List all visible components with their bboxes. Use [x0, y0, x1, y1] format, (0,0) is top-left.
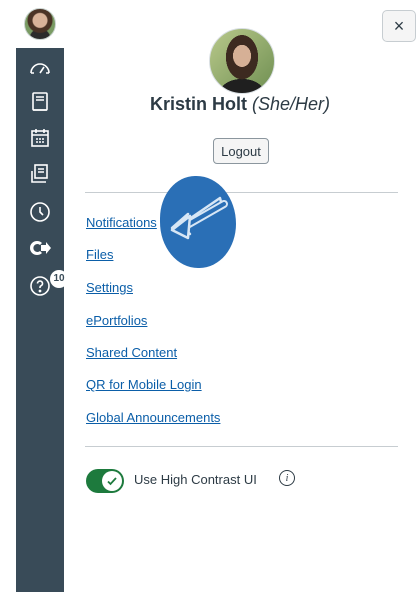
- divider-bottom: [85, 446, 398, 447]
- link-qr-mobile-login[interactable]: QR for Mobile Login: [86, 377, 202, 392]
- help-icon[interactable]: 10: [26, 270, 68, 300]
- link-global-announcements[interactable]: Global Announcements: [86, 410, 220, 425]
- link-shared-content[interactable]: Shared Content: [86, 345, 177, 360]
- annotation-arrow-icon: [160, 176, 236, 268]
- inbox-icon[interactable]: [26, 160, 54, 188]
- help-badge: 10: [50, 270, 68, 288]
- high-contrast-toggle[interactable]: [86, 469, 124, 493]
- link-settings[interactable]: Settings: [86, 280, 133, 295]
- link-files[interactable]: Files: [86, 247, 113, 262]
- divider-top: [85, 192, 398, 193]
- checkmark-icon: [102, 471, 122, 491]
- user-pronouns: (She/Her): [251, 94, 331, 114]
- history-icon[interactable]: [26, 198, 54, 226]
- logout-button[interactable]: Logout: [213, 138, 269, 164]
- commons-icon[interactable]: [26, 234, 54, 262]
- high-contrast-label: Use High Contrast UI: [134, 472, 257, 487]
- profile-name: Kristin Holt (She/Her): [0, 94, 416, 115]
- info-icon[interactable]: i: [279, 470, 295, 486]
- calendar-icon[interactable]: [26, 124, 54, 152]
- close-button[interactable]: ×: [382, 10, 416, 42]
- profile-avatar: [209, 28, 275, 94]
- global-nav-rail: 10: [16, 0, 68, 592]
- user-name: Kristin Holt: [149, 94, 247, 114]
- link-notifications[interactable]: Notifications: [86, 215, 157, 230]
- link-eportfolios[interactable]: ePortfolios: [86, 313, 147, 328]
- account-avatar[interactable]: [16, 0, 64, 48]
- dashboard-icon[interactable]: [26, 54, 54, 82]
